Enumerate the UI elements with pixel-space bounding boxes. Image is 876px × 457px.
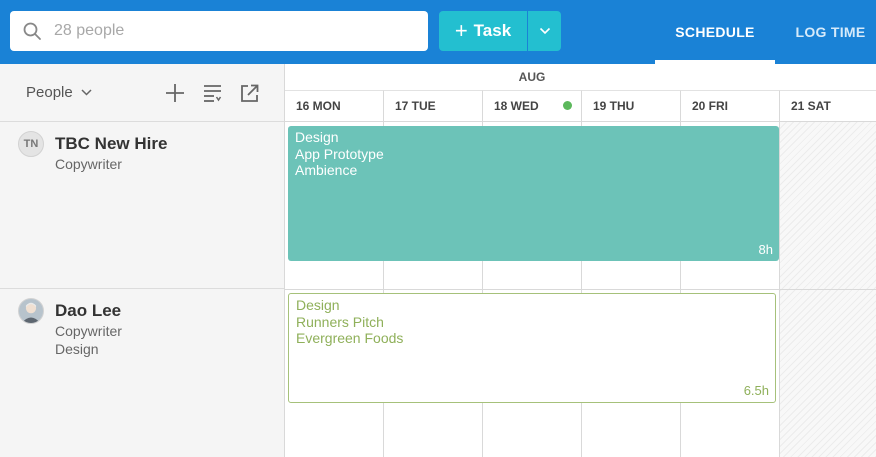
day-header: 19 THU xyxy=(581,90,680,122)
today-indicator xyxy=(563,101,572,110)
task-category: Design xyxy=(296,297,340,313)
row-divider xyxy=(285,289,876,290)
schedule-grid: AUG 16 MON 17 TUE 18 WED 19 THU 20 FRI 2… xyxy=(285,64,876,457)
people-filter-dropdown[interactable]: People xyxy=(26,84,92,101)
task-project: Runners Pitch xyxy=(296,313,384,330)
people-panel: People TN TBC New Hire Copywriter Dao Le… xyxy=(0,64,285,457)
add-task-button[interactable]: + Task xyxy=(439,11,527,51)
task-client: Evergreen Foods xyxy=(296,330,404,346)
search-input[interactable] xyxy=(54,11,414,51)
chevron-down-icon xyxy=(81,89,92,96)
add-task-label: Task xyxy=(473,21,512,40)
day-header-label: 18 WED xyxy=(494,99,539,113)
sort-list-icon[interactable] xyxy=(202,82,224,104)
chevron-down-icon xyxy=(539,27,550,35)
day-header-today: 18 WED xyxy=(482,90,581,122)
month-label: AUG xyxy=(518,70,546,84)
people-toolbar: People xyxy=(0,64,284,122)
task-block[interactable]: Design Runners Pitch Evergreen Foods 6.5… xyxy=(288,293,776,403)
avatar xyxy=(18,298,44,324)
day-header: 17 TUE xyxy=(383,90,482,122)
add-person-icon[interactable] xyxy=(164,82,186,104)
person-name[interactable]: TBC New Hire xyxy=(55,134,167,154)
task-options-dropdown[interactable] xyxy=(528,11,561,51)
search-icon xyxy=(23,22,41,40)
task-block[interactable]: Design App Prototype Ambience 8h xyxy=(288,126,779,261)
day-header-weekend: 21 SAT xyxy=(779,90,876,122)
task-hours: 8h xyxy=(758,241,773,257)
tab-log-time-label: LOG TIME xyxy=(795,24,866,40)
task-client: Ambience xyxy=(295,162,358,178)
day-header: 16 MON xyxy=(285,90,384,122)
task-hours: 6.5h xyxy=(743,382,769,398)
person-role: Copywriter xyxy=(55,156,122,172)
task-project: App Prototype xyxy=(295,145,384,162)
people-filter-label: People xyxy=(26,84,73,101)
user-photo-icon xyxy=(19,299,43,323)
tab-log-time[interactable]: LOG TIME xyxy=(785,0,876,64)
person-department: Design xyxy=(55,341,99,357)
tab-schedule-label: SCHEDULE xyxy=(675,24,755,40)
search-box[interactable] xyxy=(10,11,428,51)
task-category: Design xyxy=(295,129,339,145)
day-header: 20 FRI xyxy=(680,90,779,122)
tab-schedule[interactable]: SCHEDULE xyxy=(655,0,775,64)
person-name[interactable]: Dao Lee xyxy=(55,301,121,321)
top-bar: + Task SCHEDULE LOG TIME xyxy=(0,0,876,64)
export-icon[interactable] xyxy=(239,82,261,104)
person-row[interactable]: TN TBC New Hire Copywriter xyxy=(0,123,284,289)
plus-icon: + xyxy=(454,18,468,43)
person-row[interactable]: Dao Lee Copywriter Design xyxy=(0,290,284,457)
person-role: Copywriter xyxy=(55,323,122,339)
avatar: TN xyxy=(18,131,44,157)
